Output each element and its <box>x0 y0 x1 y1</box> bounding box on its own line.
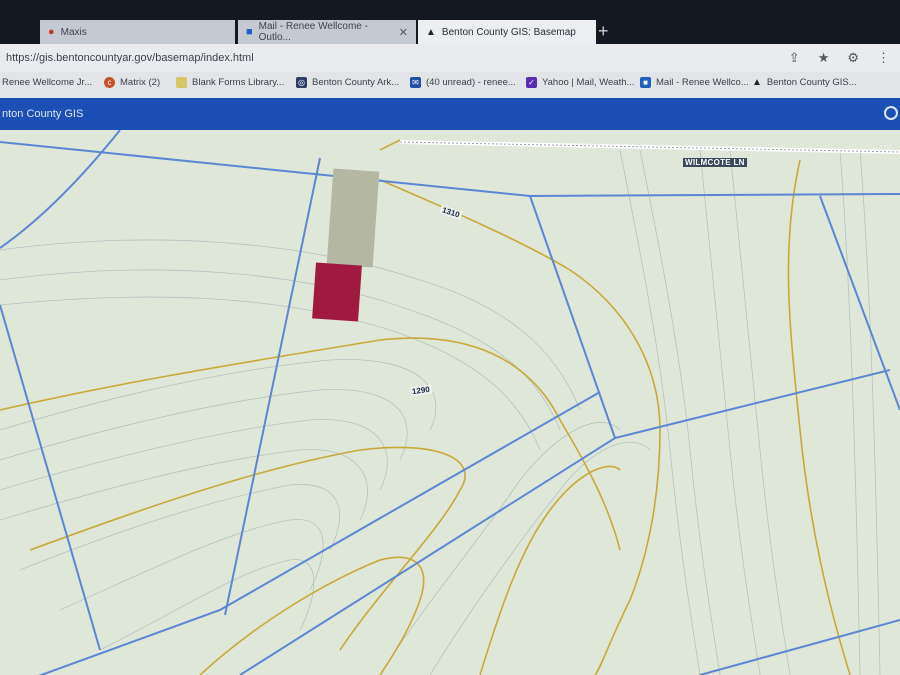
tab-label: Mail - Renee Wellcome - Outlo... <box>258 21 368 43</box>
tab-label: Maxis <box>60 26 87 38</box>
star-icon[interactable]: ★ <box>818 50 830 66</box>
bookmark-item[interactable]: ▲ Benton County GIS... <box>752 77 857 88</box>
tab-outlook[interactable]: ■ Mail - Renee Wellcome - Outlo... ✕ <box>238 20 416 44</box>
share-icon[interactable]: ⇪ <box>789 50 800 66</box>
outlook-icon: ■ <box>640 77 651 88</box>
bookmark-label: (40 unread) - renee... <box>426 77 516 88</box>
bookmark-item[interactable]: Renee Wellcome Jr... <box>2 77 92 88</box>
tab-label: Benton County GIS: Basemap <box>441 26 576 38</box>
tab-maxis[interactable]: ● Maxis <box>40 20 235 44</box>
road-label: WILMCOTE LN <box>683 158 747 167</box>
bookmarks-bar: Renee Wellcome Jr... c Matrix (2) Blank … <box>0 72 900 98</box>
bookmark-label: Benton County Ark... <box>312 77 400 88</box>
map-canvas[interactable]: WILMCOTE LN 1310 1290 <box>0 130 900 675</box>
chrome-icon: ● <box>48 26 55 38</box>
county-icon: ◎ <box>296 77 307 88</box>
bookmark-label: Matrix (2) <box>120 77 161 88</box>
matrix-icon: c <box>104 77 115 88</box>
address-bar-actions: ⇪ ★ ⚙ ⋮ <box>789 50 890 66</box>
browser-tab-strip: ● Maxis ■ Mail - Renee Wellcome - Outlo.… <box>0 0 900 44</box>
extension-icon[interactable]: ⚙ <box>847 50 859 66</box>
app-header: nton County GIS <box>0 98 900 130</box>
selected-parcel-highlight[interactable] <box>312 262 362 322</box>
road-wilmcote-ln <box>399 140 900 154</box>
app-title: nton County GIS <box>2 108 84 120</box>
close-icon[interactable]: ✕ <box>399 26 408 39</box>
bookmark-label: Mail - Renee Wellco... <box>656 77 749 88</box>
bookmark-label: Benton County GIS... <box>766 77 857 88</box>
bookmark-item[interactable]: ✓ Yahoo | Mail, Weath... <box>526 77 634 88</box>
bookmark-item[interactable]: ■ Mail - Renee Wellco... <box>640 77 749 88</box>
minor-contours <box>0 149 881 675</box>
bookmark-label: Blank Forms Library... <box>192 77 285 88</box>
url-text[interactable]: https://gis.bentoncountyar.gov/basemap/i… <box>6 52 254 64</box>
bookmark-item[interactable]: c Matrix (2) <box>104 77 160 88</box>
esri-icon: ▲ <box>752 77 762 88</box>
bookmark-label: Renee Wellcome Jr... <box>2 77 93 88</box>
bookmark-item[interactable]: ✉ (40 unread) - renee... <box>410 77 516 88</box>
building-footprint[interactable] <box>326 168 380 268</box>
document-icon <box>176 77 187 88</box>
major-contours <box>0 139 851 675</box>
yahoo-icon: ✓ <box>526 77 537 88</box>
menu-icon[interactable]: ⋮ <box>877 50 890 66</box>
bookmark-item[interactable]: ◎ Benton County Ark... <box>296 77 399 88</box>
outlook-icon: ■ <box>246 26 253 38</box>
search-icon[interactable] <box>884 106 898 120</box>
bookmark-label: Yahoo | Mail, Weath... <box>542 77 635 88</box>
bookmark-item[interactable]: Blank Forms Library... <box>176 77 284 88</box>
address-bar[interactable]: https://gis.bentoncountyar.gov/basemap/i… <box>0 44 900 72</box>
mail-icon: ✉ <box>410 77 421 88</box>
tab-benton-gis[interactable]: ▲ Benton County GIS: Basemap <box>418 20 596 44</box>
esri-icon: ▲ <box>426 26 436 38</box>
new-tab-button[interactable]: + <box>598 22 609 40</box>
